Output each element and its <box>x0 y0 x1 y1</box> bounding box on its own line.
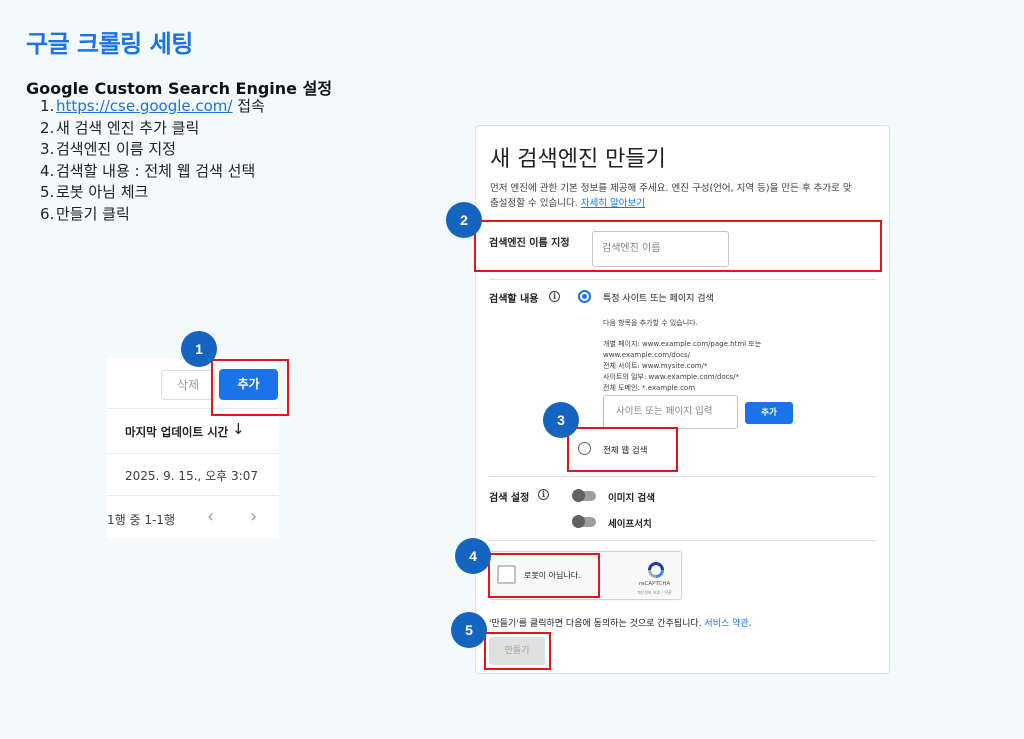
examples-list: 개별 페이지: www.example.com/page.html 또는 www… <box>603 340 762 392</box>
table-cell-updated: 2025. 9. 15., 오후 3:07 <box>125 469 258 483</box>
column-header-updated[interactable]: 마지막 업데이트 시간 <box>125 424 228 440</box>
safesearch-toggle[interactable] <box>572 515 596 528</box>
divider <box>489 476 876 477</box>
card-description: 먼저 엔진에 관한 기본 정보를 제공해 주세요. 엔진 구성(언어, 지역 등… <box>490 183 852 209</box>
search-settings-label: 검색 설정 <box>489 493 530 504</box>
divider <box>489 540 876 541</box>
highlight-box <box>484 632 551 670</box>
site-input[interactable]: 사이트 또는 페이지 입력 <box>603 395 738 429</box>
divider <box>489 279 876 280</box>
step-item: 6. 만들기 클릭 <box>40 204 130 223</box>
radio-specific-sites[interactable] <box>578 290 591 303</box>
image-search-label: 이미지 검색 <box>608 493 656 504</box>
card-title: 새 검색엔진 만들기 <box>490 147 666 172</box>
page-title: 구글 크롤링 세팅 <box>26 30 193 58</box>
step-list: 1. https://cse.google.com/ 접속 2. 새 검색 엔진 추… <box>40 96 265 225</box>
info-icon[interactable]: i <box>549 291 560 302</box>
step-badge: 5 <box>451 612 487 648</box>
highlight-box <box>211 359 289 416</box>
step-badge: 3 <box>543 402 579 438</box>
terms-agreement-text: '만들기'를 클릭하면 다음에 동의하는 것으로 간주됩니다. 서비스 약관. <box>489 619 752 629</box>
step-item: 5. 로봇 아님 체크 <box>40 183 149 201</box>
search-scope-label: 검색할 내용 <box>489 294 539 305</box>
cse-link[interactable]: https://cse.google.com/ <box>56 97 232 115</box>
step-item: 2. 새 검색 엔진 추가 클릭 <box>40 118 200 137</box>
step-badge: 2 <box>446 202 482 238</box>
chevron-left-icon[interactable]: ‹ <box>207 506 214 527</box>
highlight-box <box>474 220 882 272</box>
learn-more-link[interactable]: 자세히 알아보기 <box>581 198 645 209</box>
highlight-box <box>488 553 600 598</box>
step-badge: 1 <box>181 331 217 367</box>
step-badge: 4 <box>455 538 491 574</box>
arrow-down-icon[interactable]: ↓ <box>232 420 245 438</box>
info-icon[interactable]: i <box>538 489 549 500</box>
hint-text: 다음 항목을 추가할 수 있습니다. <box>603 319 698 327</box>
terms-of-service-link[interactable]: 서비스 약관 <box>704 619 748 629</box>
highlight-box <box>567 427 678 472</box>
delete-button[interactable]: 삭제 <box>161 370 215 400</box>
step-item: 4. 검색할 내용 : 전체 웹 검색 선택 <box>40 161 256 180</box>
recaptcha-brand: reCAPTCHA <box>639 581 671 587</box>
pagination-text: 1행 중 1-1행 <box>107 513 175 527</box>
add-site-button[interactable]: 추가 <box>745 402 793 424</box>
radio-specific-sites-label: 특정 사이트 또는 페이지 검색 <box>603 294 714 304</box>
safesearch-label: 세이프서치 <box>608 519 652 530</box>
step-item: 1. https://cse.google.com/ 접속 <box>40 97 265 115</box>
recaptcha-logo-icon <box>648 562 664 578</box>
image-search-toggle[interactable] <box>572 489 596 502</box>
recaptcha-terms-link[interactable]: 개인정보 보호 - 약관 <box>637 590 672 596</box>
step-item: 3. 검색엔진 이름 지정 <box>40 140 176 158</box>
chevron-right-icon[interactable]: › <box>250 506 257 527</box>
